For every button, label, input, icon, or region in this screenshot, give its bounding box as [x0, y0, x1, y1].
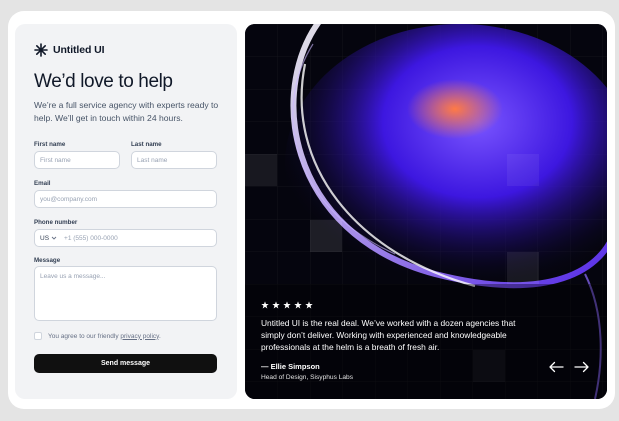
agree-suffix: .	[158, 332, 161, 340]
previous-button[interactable]	[547, 358, 565, 376]
chevron-down-icon	[51, 236, 57, 240]
phone-input[interactable]: US +1 (555) 000-0000	[34, 229, 217, 247]
brand-logo[interactable]: Untitled UI	[34, 43, 105, 57]
form-heading: We’d love to help	[34, 71, 173, 92]
testimonial-panel: Untitled UI is the real deal. We’ve work…	[245, 24, 607, 399]
arrow-left-icon	[549, 361, 564, 373]
star-icon	[272, 301, 280, 309]
last-name-placeholder: Last name	[137, 156, 168, 164]
privacy-checkbox[interactable]	[34, 332, 42, 340]
next-button[interactable]	[573, 358, 591, 376]
last-name-label: Last name	[131, 141, 162, 148]
brand-name: Untitled UI	[53, 44, 105, 56]
star-icon	[283, 301, 291, 309]
message-textarea[interactable]: Leave us a message...	[34, 266, 217, 321]
first-name-input[interactable]: First name	[34, 151, 120, 169]
agree-prefix: You agree to our friendly	[48, 332, 121, 340]
phone-label: Phone number	[34, 219, 78, 226]
country-code-select[interactable]: US	[40, 235, 57, 242]
email-input[interactable]: you@company.com	[34, 190, 217, 208]
message-placeholder: Leave us a message...	[40, 273, 106, 280]
privacy-agreement: You agree to our friendly privacy policy…	[34, 332, 161, 340]
last-name-input[interactable]: Last name	[131, 151, 217, 169]
arrow-right-icon	[574, 361, 589, 373]
star-icon	[305, 301, 313, 309]
star-icon	[261, 301, 269, 309]
phone-placeholder: +1 (555) 000-0000	[64, 234, 118, 242]
privacy-policy-link[interactable]: privacy policy	[120, 333, 159, 340]
first-name-label: First name	[34, 141, 66, 148]
email-placeholder: you@company.com	[40, 195, 98, 203]
privacy-agreement-text: You agree to our friendly privacy policy…	[48, 333, 161, 340]
message-label: Message	[34, 257, 61, 264]
testimonial-quote: Untitled UI is the real deal. We’ve work…	[261, 318, 516, 352]
rating-stars	[261, 301, 313, 309]
form-subtext: We’re a full service agency with experts…	[34, 100, 219, 123]
country-code-value: US	[40, 234, 50, 242]
star-icon	[294, 301, 302, 309]
asterisk-logo-icon	[34, 43, 48, 57]
email-label: Email	[34, 180, 51, 187]
testimonial-author: — Ellie Simpson	[261, 362, 320, 371]
testimonial-role: Head of Design, Sisyphus Labs	[261, 374, 354, 381]
contact-form-panel: Untitled UI We’d love to help We’re a fu…	[15, 24, 237, 399]
first-name-placeholder: First name	[40, 156, 71, 164]
send-message-button[interactable]: Send message	[34, 354, 217, 373]
